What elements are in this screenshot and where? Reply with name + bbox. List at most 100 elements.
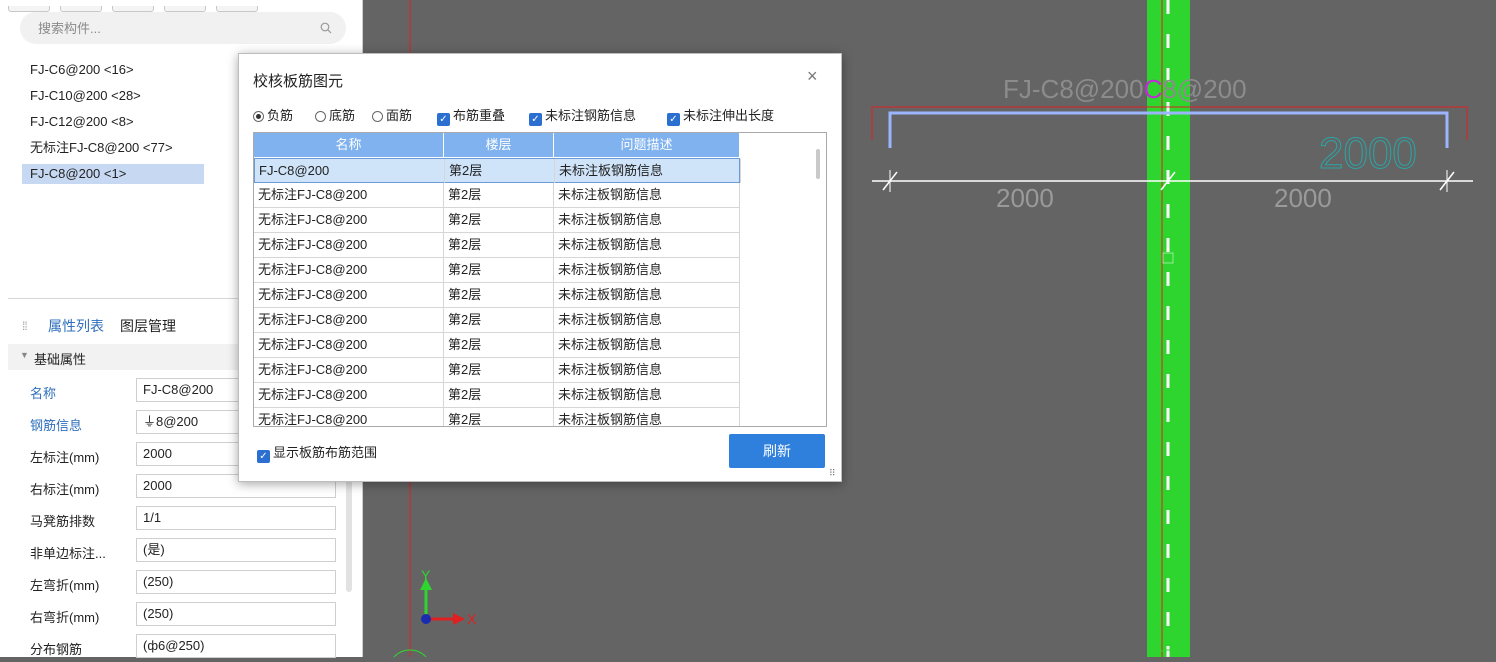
check-rebar-dialog: 校核板筋图元 × 负筋 底筋 面筋 ✓ 布筋重叠 ✓ 未标注钢筋信息 ✓ 未标注伸出长… [238, 53, 842, 482]
property-label: 分布钢筋 [30, 642, 83, 657]
component-item-selected[interactable]: FJ-C8@200 <1> [22, 164, 204, 184]
property-row: 非单边标注... (是) [8, 536, 348, 566]
table-row[interactable]: 无标注FJ-C8@200 第2层 未标注板钢筋信息 [254, 333, 740, 358]
property-value-field[interactable]: (是) [136, 538, 336, 562]
table-row[interactable]: 无标注FJ-C8@200 第2层 未标注板钢筋信息 [254, 258, 740, 283]
collapse-caret-icon[interactable]: ▼ [20, 350, 29, 360]
table-row[interactable]: 无标注FJ-C8@200 第2层 未标注板钢筋信息 [254, 358, 740, 383]
property-value-field[interactable]: (250) [136, 602, 336, 626]
table-cell: 未标注板钢筋信息 [555, 159, 741, 183]
drag-grip-icon[interactable]: ⁞⁞ [22, 319, 28, 333]
property-value-field[interactable]: 1/1 [136, 506, 336, 530]
table-header: 名称 楼层 问题描述 [254, 133, 740, 157]
radio-bottom-rebar[interactable]: 底筋 [315, 106, 355, 126]
table-row[interactable]: 无标注FJ-C8@200 第2层 未标注板钢筋信息 [254, 283, 740, 308]
rebar-label: FJ-C8@200C8@200 [1003, 74, 1247, 104]
property-row: 马凳筋排数 1/1 [8, 504, 348, 534]
table-row[interactable]: 无标注FJ-C8@200 第2层 未标注板钢筋信息 [254, 183, 740, 208]
column-header[interactable]: 问题描述 [554, 133, 740, 157]
table-cell: 无标注FJ-C8@200 [254, 233, 444, 257]
svg-text:X: X [467, 611, 477, 627]
table-cell: 第2层 [444, 233, 554, 257]
radio-top-rebar[interactable]: 面筋 [372, 106, 412, 126]
table-cell: 未标注板钢筋信息 [554, 358, 740, 382]
checkbox-overlap[interactable]: ✓ 布筋重叠 [437, 106, 505, 126]
refresh-button[interactable]: 刷新 [729, 434, 825, 468]
property-label: 名称 [30, 386, 57, 401]
table-cell: 未标注板钢筋信息 [554, 308, 740, 332]
search-box[interactable] [20, 12, 346, 44]
table-scrollbar[interactable] [816, 149, 820, 179]
checkbox-checked-icon[interactable]: ✓ [529, 113, 542, 126]
issues-table: 名称 楼层 问题描述 FJ-C8@200 第2层 未标注板钢筋信息 无标注FJ-C8@… [253, 132, 827, 427]
toolbar-tabs [8, 0, 358, 12]
table-cell: 无标注FJ-C8@200 [254, 333, 444, 357]
property-label: 左标注(mm) [30, 450, 100, 465]
table-cell: 无标注FJ-C8@200 [254, 308, 444, 332]
property-label: 马凳筋排数 [30, 514, 96, 529]
table-row-selected[interactable]: FJ-C8@200 第2层 未标注板钢筋信息 [254, 158, 741, 183]
checkbox-no-extension[interactable]: ✓ 未标注伸出长度 [667, 106, 774, 126]
checkbox-checked-icon[interactable]: ✓ [257, 450, 270, 463]
table-cell: 未标注板钢筋信息 [554, 208, 740, 232]
tab-layers[interactable]: 图层管理 [120, 316, 176, 336]
table-cell: 第2层 [444, 183, 554, 207]
property-label: 非单边标注... [30, 546, 106, 561]
table-cell: 未标注板钢筋信息 [554, 333, 740, 357]
table-cell: 第2层 [444, 258, 554, 282]
table-cell: 未标注板钢筋信息 [554, 283, 740, 307]
table-cell: 第2层 [444, 308, 554, 332]
table-cell: 未标注板钢筋信息 [554, 233, 740, 257]
radio-unchecked-icon[interactable] [315, 111, 326, 122]
property-row: 右弯折(mm) (250) [8, 600, 348, 630]
property-value-field[interactable]: (250) [136, 570, 336, 594]
property-row: 左弯折(mm) (250) [8, 568, 348, 598]
close-icon[interactable]: × [807, 66, 818, 87]
property-label: 右弯折(mm) [30, 610, 100, 625]
component-item[interactable]: 无标注FJ-C8@200 <77> [22, 138, 204, 158]
table-cell: 未标注板钢筋信息 [554, 383, 740, 407]
property-value-field[interactable]: (ф6@250) [136, 634, 336, 658]
beam-node [1162, 252, 1174, 264]
table-cell: 无标注FJ-C8@200 [254, 208, 444, 232]
table-cell: 未标注板钢筋信息 [554, 408, 740, 426]
table-cell: 第2层 [444, 283, 554, 307]
radio-unchecked-icon[interactable] [372, 111, 383, 122]
dialog-title: 校核板筋图元 [253, 73, 344, 90]
property-label: 左弯折(mm) [30, 578, 100, 593]
table-row[interactable]: 无标注FJ-C8@200 第2层 未标注板钢筋信息 [254, 308, 740, 333]
checkbox-no-rebar-info[interactable]: ✓ 未标注钢筋信息 [529, 106, 636, 126]
component-item[interactable]: FJ-C12@200 <8> [22, 112, 204, 132]
component-item[interactable]: FJ-C6@200 <16> [22, 60, 204, 80]
component-item[interactable]: FJ-C10@200 <28> [22, 86, 204, 106]
table-row[interactable]: 无标注FJ-C8@200 第2层 未标注板钢筋信息 [254, 408, 740, 426]
radio-negative-rebar[interactable]: 负筋 [253, 106, 293, 126]
search-input[interactable] [36, 20, 300, 37]
table-row[interactable]: 无标注FJ-C8@200 第2层 未标注板钢筋信息 [254, 383, 740, 408]
table-cell: FJ-C8@200 [255, 159, 445, 183]
radio-checked-icon[interactable] [253, 111, 264, 122]
table-cell: 第2层 [445, 159, 555, 183]
checkbox-show-range[interactable]: ✓ 显示板筋布筋范围 [257, 442, 377, 463]
property-row: 分布钢筋 (ф6@250) [8, 632, 348, 662]
property-label: 钢筋信息 [30, 418, 83, 433]
checkbox-checked-icon[interactable]: ✓ [437, 113, 450, 126]
table-row[interactable]: 无标注FJ-C8@200 第2层 未标注板钢筋信息 [254, 208, 740, 233]
column-header[interactable]: 名称 [254, 133, 444, 157]
table-cell: 第2层 [444, 333, 554, 357]
dimension-right: 2000 [1274, 183, 1332, 213]
table-cell: 无标注FJ-C8@200 [254, 358, 444, 382]
column-header[interactable]: 楼层 [444, 133, 554, 157]
table-cell: 无标注FJ-C8@200 [254, 258, 444, 282]
dimension-overlay: 2000 [1319, 129, 1417, 178]
table-cell: 第2层 [444, 208, 554, 232]
resize-grip-icon[interactable]: ⠿ [829, 468, 836, 479]
table-cell: 无标注FJ-C8@200 [254, 383, 444, 407]
table-cell: 无标注FJ-C8@200 [254, 408, 444, 426]
table-row[interactable]: 无标注FJ-C8@200 第2层 未标注板钢筋信息 [254, 233, 740, 258]
table-cell: 第2层 [444, 358, 554, 382]
checkbox-checked-icon[interactable]: ✓ [667, 113, 680, 126]
search-icon[interactable] [320, 22, 332, 34]
dimension-left: 2000 [996, 183, 1054, 213]
tab-properties[interactable]: 属性列表 [48, 316, 104, 336]
